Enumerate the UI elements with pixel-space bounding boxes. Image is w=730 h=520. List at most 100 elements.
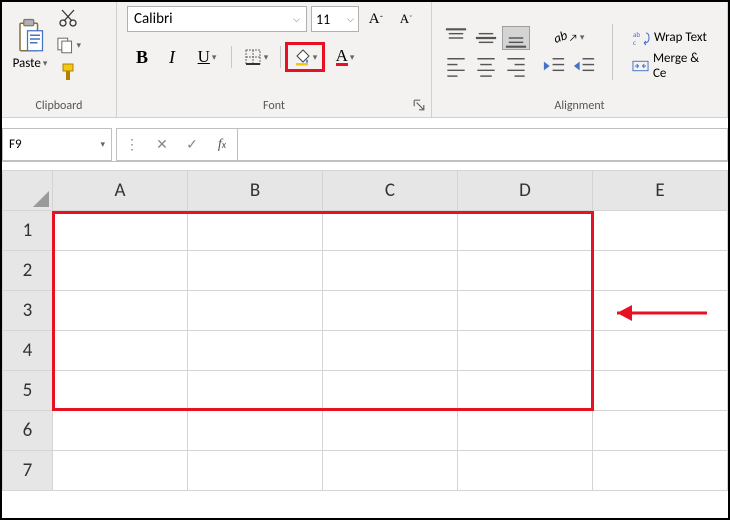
column-header[interactable]: E [593, 171, 728, 211]
row-header[interactable]: 3 [3, 291, 53, 331]
cell[interactable] [458, 371, 593, 411]
cell[interactable] [53, 211, 188, 251]
bold-button[interactable]: B [127, 42, 157, 72]
insert-function-button[interactable]: fx [207, 129, 237, 160]
cell[interactable] [593, 211, 728, 251]
row-header[interactable]: 7 [3, 451, 53, 491]
column-header[interactable]: C [323, 171, 458, 211]
align-center-button[interactable] [472, 54, 500, 78]
paste-button[interactable]: Paste▾ [8, 6, 52, 82]
row-header[interactable]: 5 [3, 371, 53, 411]
cell[interactable] [323, 251, 458, 291]
cell[interactable] [323, 451, 458, 491]
cancel-formula-button[interactable]: ✕ [147, 129, 177, 160]
chevron-down-icon: ▾ [43, 58, 48, 69]
cell[interactable] [188, 251, 323, 291]
cell[interactable] [53, 371, 188, 411]
align-left-button[interactable] [442, 54, 470, 78]
format-painter-button[interactable] [54, 60, 82, 84]
cell[interactable] [188, 211, 323, 251]
svg-text:c: c [633, 38, 636, 47]
chevron-down-icon: ⌵ [347, 14, 354, 25]
formula-bar[interactable] [237, 128, 728, 161]
cell[interactable] [593, 371, 728, 411]
cell[interactable] [593, 451, 728, 491]
increase-font-button[interactable]: Aˆ [363, 6, 389, 32]
cell[interactable] [188, 371, 323, 411]
font-size-select[interactable]: 11⌵ [311, 6, 359, 32]
cell[interactable] [593, 291, 728, 331]
cut-button[interactable] [54, 6, 82, 30]
cell[interactable] [53, 331, 188, 371]
chevron-down-icon: ▾ [76, 40, 81, 51]
font-color-button[interactable]: A▾ [325, 42, 365, 72]
cell[interactable] [188, 331, 323, 371]
cell[interactable] [188, 411, 323, 451]
spreadsheet-grid: A B C D E 1 2 3 4 5 6 7 [2, 170, 728, 491]
column-header[interactable]: D [458, 171, 593, 211]
cell[interactable] [593, 331, 728, 371]
row-header[interactable]: 1 [3, 211, 53, 251]
cell[interactable] [593, 251, 728, 291]
decrease-indent-button[interactable] [540, 54, 568, 78]
cell[interactable] [458, 251, 593, 291]
group-label-alignment: Alignment [442, 97, 717, 115]
cell[interactable] [458, 331, 593, 371]
cell[interactable] [323, 211, 458, 251]
group-alignment: ab↗▾ abcWrap Text Merge & Ce Alignment [432, 2, 728, 117]
column-header[interactable]: A [53, 171, 188, 211]
group-clipboard: Paste▾ ▾ Clipboard [2, 2, 117, 117]
cell[interactable] [593, 411, 728, 451]
chevron-down-icon: ▾ [264, 52, 269, 63]
dialog-launcher-icon[interactable] [413, 99, 425, 111]
italic-button[interactable]: I [157, 42, 187, 72]
cell[interactable] [53, 411, 188, 451]
decrease-font-button[interactable]: Aˇ [393, 6, 419, 32]
cell[interactable] [53, 251, 188, 291]
increase-indent-button[interactable] [570, 54, 598, 78]
row-header[interactable]: 4 [3, 331, 53, 371]
select-all-corner[interactable] [3, 171, 53, 211]
chevron-down-icon: ▾ [350, 52, 355, 63]
wrap-text-button[interactable]: abcWrap Text [627, 26, 712, 50]
group-label-font: Font [127, 97, 421, 115]
align-top-button[interactable] [442, 26, 470, 50]
row-header[interactable]: 2 [3, 251, 53, 291]
chevron-down-icon: ▾ [100, 139, 105, 150]
separator [231, 46, 232, 68]
underline-button[interactable]: U▾ [187, 42, 227, 72]
name-box[interactable]: F9▾ [2, 128, 112, 161]
group-font: Calibri⌵ 11⌵ Aˆ Aˇ B I U▾ ▾ ▾ A▾ Font [117, 2, 432, 117]
cell[interactable] [458, 411, 593, 451]
font-name-select[interactable]: Calibri⌵ [127, 6, 307, 32]
orientation-button[interactable]: ab↗▾ [549, 26, 589, 50]
merge-center-button[interactable]: Merge & Ce [627, 54, 717, 78]
separator [612, 24, 613, 80]
column-header[interactable]: B [188, 171, 323, 211]
row-header[interactable]: 6 [3, 411, 53, 451]
enter-formula-button[interactable]: ✓ [177, 129, 207, 160]
cell[interactable] [323, 371, 458, 411]
align-bottom-button[interactable] [502, 26, 530, 50]
copy-button[interactable]: ▾ [54, 33, 82, 57]
cell[interactable] [458, 211, 593, 251]
cell[interactable] [458, 291, 593, 331]
cell[interactable] [323, 331, 458, 371]
cell[interactable] [188, 451, 323, 491]
fill-color-button[interactable]: ▾ [285, 42, 325, 72]
cell[interactable] [458, 451, 593, 491]
align-middle-button[interactable] [472, 26, 500, 50]
paste-label: Paste [13, 56, 41, 71]
formula-bar-row: F9▾ ⋮ ✕ ✓ fx [2, 128, 728, 162]
chevron-down-icon: ▾ [212, 52, 217, 63]
cell[interactable] [53, 291, 188, 331]
borders-button[interactable]: ▾ [236, 42, 276, 72]
group-label-clipboard: Clipboard [8, 97, 110, 115]
cell[interactable] [323, 291, 458, 331]
cell[interactable] [188, 291, 323, 331]
align-right-button[interactable] [502, 54, 530, 78]
chevron-down-icon: ▾ [313, 52, 318, 63]
cell[interactable] [323, 411, 458, 451]
cell[interactable] [53, 451, 188, 491]
ribbon: Paste▾ ▾ Clipboard Calibri⌵ 11⌵ Aˆ Aˇ B … [2, 2, 728, 118]
